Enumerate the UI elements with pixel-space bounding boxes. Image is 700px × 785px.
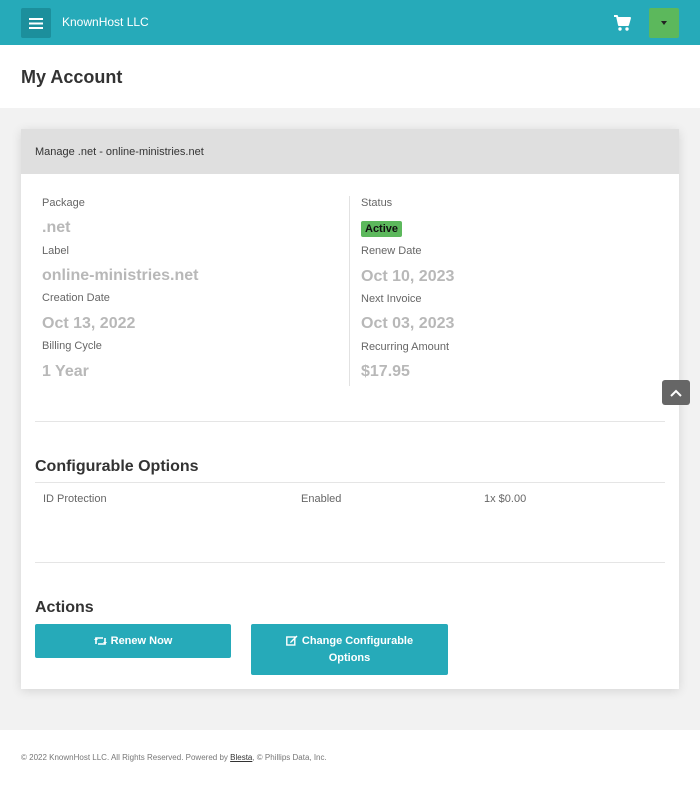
footer-text: © 2022 KnownHost LLC. All Rights Reserve…: [21, 753, 327, 762]
change-options-label-line2: Options: [328, 651, 371, 664]
status-label: Status: [361, 197, 393, 209]
renew-now-label: Renew Now: [110, 634, 173, 647]
option-name: ID Protection: [43, 493, 107, 505]
change-options-label-line1: Change Configurable: [285, 633, 414, 650]
retweet-icon: [93, 637, 107, 645]
service-card: Manage .net - online-ministries.net Pack…: [21, 129, 690, 689]
footer-prefix: © 2022 KnownHost LLC. All Rights Reserve…: [21, 753, 231, 762]
label-value: online-ministries.net: [42, 267, 199, 284]
card-header-title: Manage .net - online-ministries.net: [35, 146, 204, 158]
menu-button[interactable]: [21, 8, 51, 38]
next-invoice-value: Oct 03, 2023: [361, 315, 455, 332]
next-invoice-label: Next Invoice: [361, 293, 422, 305]
actions-title: Actions: [35, 599, 94, 616]
creation-date-value: Oct 13, 2022: [42, 315, 136, 332]
brand-name[interactable]: KnownHost LLC: [62, 15, 149, 29]
status-badge: Active: [361, 221, 403, 237]
options-table-header-line: [35, 482, 665, 483]
top-navbar: KnownHost LLC: [0, 0, 700, 45]
user-menu-button[interactable]: [649, 8, 679, 38]
page-title: My Account: [21, 67, 123, 87]
divider: [35, 421, 665, 422]
card-header: Manage .net - online-ministries.net: [21, 129, 679, 174]
option-value: Enabled: [301, 493, 342, 505]
change-configurable-options-button[interactable]: Change Configurable Options: [251, 624, 448, 675]
column-divider: [349, 196, 350, 386]
renew-date-label: Renew Date: [361, 245, 422, 257]
footer-suffix: , © Phillips Data, Inc.: [252, 753, 327, 762]
hamburger-icon: [29, 17, 43, 29]
label-label: Label: [42, 245, 69, 257]
edit-icon: [285, 635, 298, 646]
recurring-amount-value: $17.95: [361, 363, 410, 380]
package-value: .net: [42, 219, 71, 236]
chevron-up-icon: [670, 389, 682, 397]
creation-date-label: Creation Date: [42, 292, 110, 304]
page-title-bar: My Account: [0, 45, 700, 108]
cart-button[interactable]: [612, 13, 632, 33]
billing-cycle-value: 1 Year: [42, 363, 89, 380]
renew-date-value: Oct 10, 2023: [361, 268, 455, 285]
package-label: Package: [42, 197, 85, 209]
recurring-amount-label: Recurring Amount: [361, 341, 450, 353]
scroll-to-top-button[interactable]: [662, 380, 690, 405]
caret-down-icon: [661, 21, 667, 25]
configurable-options-title: Configurable Options: [35, 458, 199, 475]
footer: © 2022 KnownHost LLC. All Rights Reserve…: [0, 730, 700, 785]
cart-icon: [614, 15, 631, 31]
divider: [35, 562, 665, 563]
option-price: 1x $0.00: [484, 493, 527, 505]
change-options-label-text: Change Configurable: [301, 634, 414, 647]
renew-now-button[interactable]: Renew Now: [35, 624, 231, 658]
billing-cycle-label: Billing Cycle: [42, 340, 102, 352]
blesta-link[interactable]: Blesta: [230, 753, 252, 762]
